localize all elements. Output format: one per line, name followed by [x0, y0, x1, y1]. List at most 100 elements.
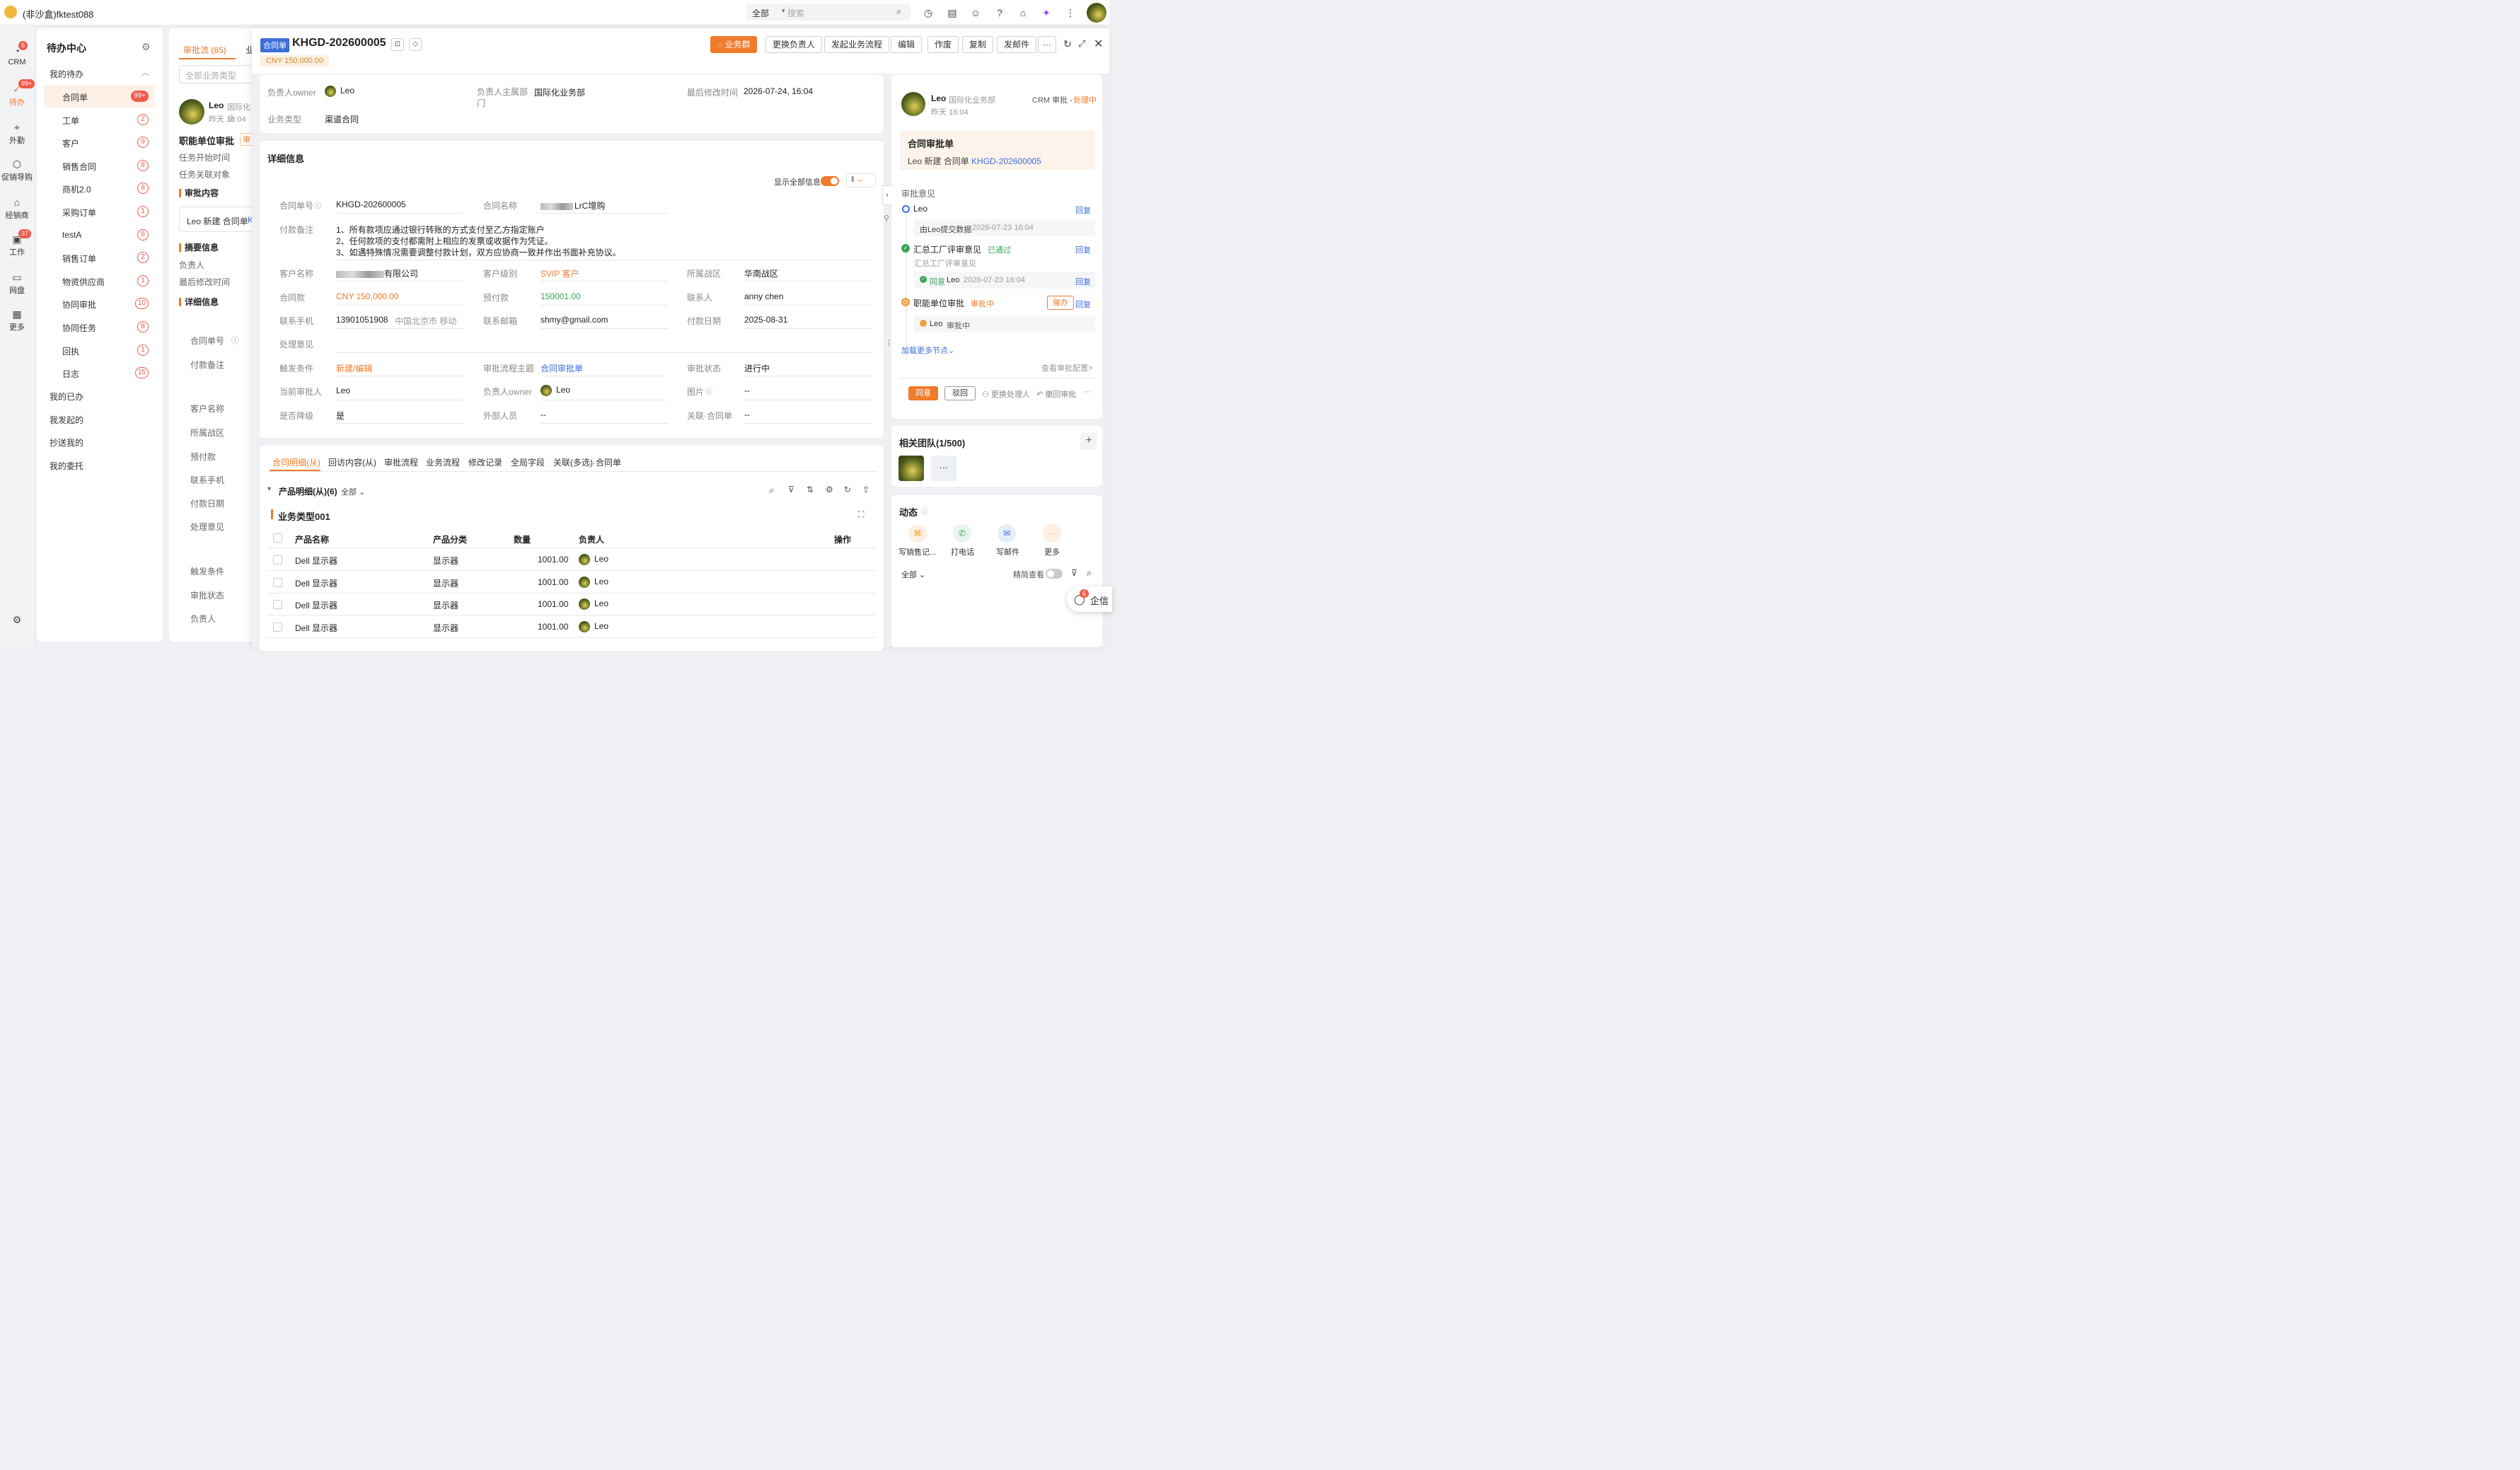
rail-item-work[interactable]: ▣ 工作 37: [0, 229, 34, 257]
compact-toggle[interactable]: [1046, 569, 1063, 579]
rail-item-disk[interactable]: ▭ 网盘: [0, 272, 34, 296]
group-done[interactable]: 我的已办: [50, 390, 83, 403]
group-initiated[interactable]: 我发起的: [50, 414, 83, 426]
view-config-link[interactable]: 查看审批配置>: [1041, 362, 1092, 374]
caret-down-icon[interactable]: ▾: [267, 485, 271, 493]
urge-button[interactable]: 催办: [1047, 296, 1074, 310]
change-handler-button[interactable]: ⚇ 更换处理人: [982, 388, 1030, 400]
pending-item[interactable]: 工单 2: [44, 108, 154, 131]
row-checkbox[interactable]: [273, 600, 282, 610]
search-input[interactable]: 搜索: [787, 7, 804, 19]
products-filter[interactable]: 全部 ⌄: [341, 486, 365, 497]
phone[interactable]: 13901051908: [336, 315, 388, 325]
mail-icon[interactable]: ✉: [998, 524, 1016, 543]
pending-item[interactable]: 销售订单 2: [44, 246, 154, 269]
form-link[interactable]: KHGD-202600005: [971, 156, 1041, 166]
owner-value[interactable]: Leo: [325, 86, 354, 97]
product-name[interactable]: Dell 显示器: [295, 622, 337, 634]
refresh-icon[interactable]: ↻: [844, 485, 851, 494]
im-float-button[interactable]: ◯ 6 企信: [1067, 586, 1112, 612]
flow-title[interactable]: 职能单位审批: [179, 134, 234, 147]
rail-item-field[interactable]: ⌖ 外勤: [0, 122, 34, 146]
pending-item[interactable]: 销售合同 8: [44, 154, 154, 177]
sales-record-icon[interactable]: ⌘: [908, 524, 927, 543]
contacts-icon[interactable]: ☺: [969, 6, 982, 19]
settings-gear[interactable]: ⚙: [0, 614, 34, 627]
row-checkbox[interactable]: [273, 555, 282, 565]
tab[interactable]: 修改记录: [468, 456, 502, 468]
chevron-up-icon[interactable]: ︿: [141, 66, 149, 78]
reject-button[interactable]: 驳回: [944, 386, 976, 400]
action-label[interactable]: 写销售记...: [898, 546, 936, 557]
pending-item[interactable]: 物资供应商 1: [44, 270, 154, 292]
tab[interactable]: 全局字段: [511, 456, 545, 468]
email-button[interactable]: 发邮件: [997, 36, 1037, 53]
pending-item[interactable]: 合同单 99+: [44, 85, 154, 108]
select-all-checkbox[interactable]: [273, 533, 282, 543]
withdraw-button[interactable]: ↶ 撤回审批: [1036, 388, 1076, 400]
void-button[interactable]: 作废: [927, 36, 959, 53]
filter-icon[interactable]: ⊽: [1071, 568, 1077, 578]
rail-item-more[interactable]: ▦ 更多: [0, 308, 34, 332]
phone-icon[interactable]: ✆: [953, 524, 971, 543]
action-label[interactable]: 写邮件: [996, 546, 1019, 557]
form-summary[interactable]: 合同审批单 Leo 新建 合同单 KHGD-202600005: [900, 130, 1095, 170]
rail-item-todo[interactable]: ✓ 待办 99+: [0, 79, 35, 108]
more-vertical-icon[interactable]: ⋮: [1064, 6, 1077, 19]
tab[interactable]: 审批流程: [384, 456, 418, 468]
tab[interactable]: 业务流程: [426, 456, 460, 468]
search-scope[interactable]: 全部: [752, 7, 769, 19]
close-icon[interactable]: ✕: [1094, 37, 1103, 51]
business-type-select[interactable]: 全部业务类型: [179, 65, 254, 83]
layout-toggle[interactable]: ‖ ↔: [846, 173, 876, 187]
row-checkbox[interactable]: [273, 623, 282, 632]
content-box[interactable]: Leo 新建 合同单 K: [179, 207, 254, 232]
chevron-down-icon[interactable]: ▾: [782, 7, 785, 15]
pending-item[interactable]: 采购订单 1: [44, 200, 154, 223]
row-checkbox[interactable]: [273, 577, 282, 587]
settings-icon[interactable]: ⚙: [826, 485, 833, 494]
lock-icon[interactable]: ⊡: [391, 38, 404, 51]
flow-link[interactable]: 合同审批单: [541, 362, 583, 374]
rail-item-crm[interactable]: ◔ CRM 6: [0, 41, 34, 66]
reply-link[interactable]: 回复: [1075, 299, 1091, 310]
group-cc[interactable]: 抄送我的: [50, 436, 83, 448]
expand-icon[interactable]: ⤢: [1078, 38, 1085, 50]
activity-filter[interactable]: 全部 ⌄: [901, 569, 925, 580]
team-more-button[interactable]: ···: [931, 456, 956, 481]
more-button[interactable]: ···: [1084, 388, 1092, 396]
biz-group-button[interactable]: ◌ 业务群: [710, 36, 758, 53]
tab[interactable]: 合同明细(从): [272, 456, 320, 468]
pending-item[interactable]: 日志 15: [44, 361, 154, 384]
tab[interactable]: 回访内容(从): [328, 456, 376, 468]
pending-item[interactable]: 协同审批 10: [44, 292, 154, 315]
help-icon[interactable]: ?: [993, 6, 1006, 19]
shop-icon[interactable]: ⌂: [1017, 6, 1029, 19]
search-icon[interactable]: ⌕: [896, 6, 901, 17]
export-icon[interactable]: ⇪: [862, 485, 869, 494]
gear-icon[interactable]: ⚙: [141, 41, 151, 53]
assistant-icon[interactable]: ✦: [1040, 6, 1053, 19]
rail-item-dealer[interactable]: ⌂ 经销商: [0, 197, 34, 221]
rail-item-promo[interactable]: ⬡ 促销导购: [0, 158, 34, 183]
pending-item[interactable]: 协同任务 8: [44, 316, 154, 338]
owner-value[interactable]: Leo: [541, 385, 570, 396]
load-more-nodes[interactable]: 加载更多节点⌄: [901, 345, 954, 356]
pending-item[interactable]: 回执 1: [44, 339, 154, 361]
search-icon[interactable]: ⌕: [769, 485, 774, 496]
email[interactable]: shmy@gmail.com: [541, 315, 608, 325]
user-avatar[interactable]: [1087, 3, 1106, 23]
tab-approval-flow[interactable]: 审批流 (85): [183, 44, 226, 56]
fullscreen-icon[interactable]: ⛶: [858, 509, 864, 520]
show-all-toggle[interactable]: [821, 176, 839, 186]
clock-icon[interactable]: ◷: [922, 6, 935, 19]
filter-icon[interactable]: ⊽: [788, 485, 794, 494]
edit-button[interactable]: 编辑: [891, 36, 923, 53]
sort-icon[interactable]: ⇅: [807, 485, 814, 494]
member-avatar[interactable]: [898, 456, 924, 481]
tag-icon[interactable]: ◇: [409, 38, 422, 51]
pending-item[interactable]: 客户 9: [44, 131, 154, 154]
action-label[interactable]: 更多: [1044, 546, 1060, 557]
group-my-todo[interactable]: 我的待办: [50, 68, 83, 80]
action-label[interactable]: 打电话: [951, 546, 974, 557]
